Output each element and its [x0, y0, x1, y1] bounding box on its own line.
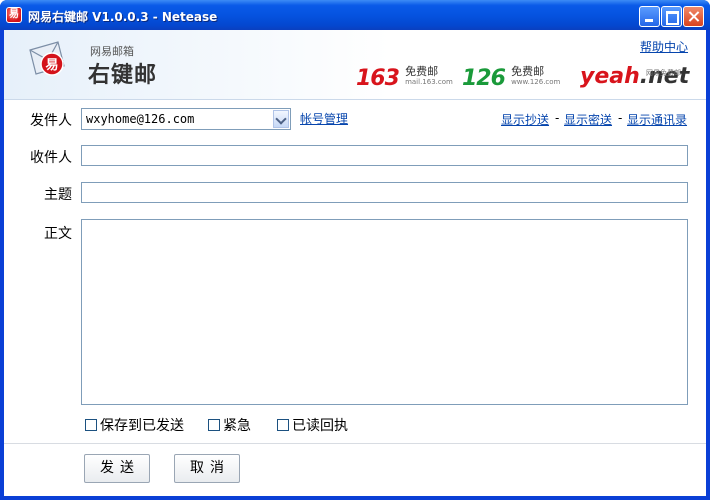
sender-value: wxyhome@126.com	[86, 112, 195, 126]
recipient-input[interactable]	[81, 145, 688, 166]
divider	[4, 443, 706, 444]
sender-label: 发件人	[30, 113, 72, 129]
title-bar[interactable]: 易 网易右键邮 V1.0.0.3 - Netease	[0, 0, 710, 30]
client-area: 易 网易邮箱 右键邮 帮助中心 163 免费邮 mail.163.com 126…	[4, 30, 706, 496]
close-icon[interactable]	[683, 6, 704, 27]
brand-163-domain: mail.163.com	[405, 78, 453, 86]
body-textarea[interactable]	[81, 219, 688, 405]
subject-label: 主题	[44, 187, 72, 203]
account-manage-link[interactable]: 帐号管理	[300, 110, 348, 127]
brand-yeah-name: yeah	[580, 64, 640, 89]
send-button[interactable]: 发送	[84, 454, 150, 483]
app-window: 易 网易右键邮 V1.0.0.3 - Netease 易 网易邮箱 右键邮 帮助…	[0, 0, 710, 500]
show-bcc-link[interactable]: 显示密送	[564, 111, 612, 128]
brand-yeah-tag: 网易免费邮	[646, 69, 681, 77]
brand-163-tag: 免费邮 mail.163.com	[405, 66, 453, 88]
brand-126: 126 免费邮 www.126.com	[462, 66, 560, 91]
subject-input[interactable]	[81, 182, 688, 203]
show-cc-link[interactable]: 显示抄送	[501, 111, 549, 128]
urgent-label: 紧急	[223, 418, 251, 434]
maximize-icon[interactable]	[661, 6, 682, 27]
sender-select[interactable]: wxyhome@126.com	[81, 108, 291, 130]
header-banner: 易 网易邮箱 右键邮 帮助中心 163 免费邮 mail.163.com 126…	[4, 30, 706, 100]
brand-163: 163 免费邮 mail.163.com	[356, 66, 453, 91]
help-center-link[interactable]: 帮助中心	[640, 38, 688, 55]
read-receipt-label: 已读回执	[292, 418, 348, 434]
chevron-down-icon[interactable]	[273, 110, 289, 128]
cancel-button[interactable]: 取消	[174, 454, 240, 483]
app-icon: 易	[6, 7, 22, 23]
separator: -	[618, 111, 623, 125]
logo-title: 右键邮	[88, 63, 158, 88]
svg-text:易: 易	[45, 58, 58, 73]
separator: -	[555, 111, 560, 125]
show-contacts-link[interactable]: 显示通讯录	[627, 111, 687, 128]
read-receipt-checkbox[interactable]	[277, 419, 289, 431]
urgent-option[interactable]: 紧急	[208, 415, 251, 434]
recipient-label: 收件人	[30, 150, 72, 166]
brand-126-label: 免费邮	[511, 65, 545, 78]
urgent-checkbox[interactable]	[208, 419, 220, 431]
minimize-icon[interactable]	[639, 6, 660, 27]
brand-126-tag: 免费邮 www.126.com	[511, 66, 560, 88]
save-sent-label: 保存到已发送	[100, 418, 184, 434]
save-sent-option[interactable]: 保存到已发送	[85, 415, 184, 434]
brand-126-number: 126	[462, 66, 506, 91]
read-receipt-option[interactable]: 已读回执	[277, 415, 348, 434]
envelope-logo-icon: 易	[29, 41, 65, 76]
body-label: 正文	[44, 226, 72, 242]
brand-163-label: 免费邮	[405, 65, 439, 78]
brand-163-number: 163	[356, 66, 400, 91]
window-title: 网易右键邮 V1.0.0.3 - Netease	[28, 10, 218, 24]
brand-126-domain: www.126.com	[511, 78, 561, 86]
save-sent-checkbox[interactable]	[85, 419, 97, 431]
